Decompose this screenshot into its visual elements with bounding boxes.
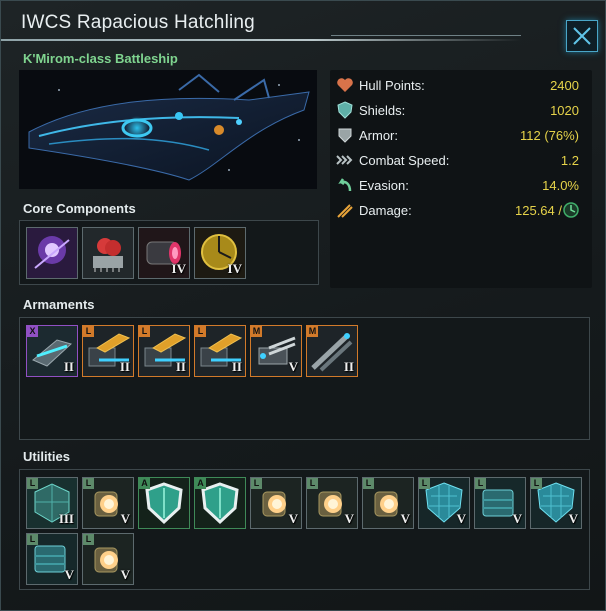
core-slot-ftl-level: IV [171,261,186,276]
armaments-heading: Armaments [23,297,95,312]
utility-slot-12[interactable]: LV [82,533,134,585]
utility-slot-11[interactable]: LV [26,533,78,585]
ship-stats-panel: Hull Points: 2400 Shields: 1020 Armor: 1… [330,70,592,288]
window-title: IWCS Rapacious Hatchling [21,12,255,33]
utility-slot-9[interactable]: LV [474,477,526,529]
stat-damage: Damage: 125.64 / [330,201,592,221]
close-icon [573,27,591,45]
title-divider-accent [331,35,521,36]
core-components-heading: Core Components [23,201,136,216]
red-brain-computer-icon [83,228,133,278]
armament-slot-5[interactable]: M V [250,325,302,377]
stat-armor: Armor: 112 (76%) [330,126,592,146]
armor-icon [338,128,352,143]
utility-slot-2[interactable]: LV [82,477,134,529]
ship-portrait [19,70,317,189]
stat-hull-points: Hull Points: 2400 [330,76,592,96]
utility-slot-4[interactable]: A [194,477,246,529]
ship-details-window: IWCS Rapacious Hatchling K'Mirom-class B… [0,0,606,611]
utilities-panel: L III L V A A L V L V L V L V L V L V L V L V [19,469,590,590]
speed-chevrons-icon [336,155,353,165]
core-slot-computer[interactable] [82,227,134,279]
utility-slot-8[interactable]: LV [418,477,470,529]
ship-class-label: K'Mirom-class Battleship [23,51,178,66]
core-slot-ftl[interactable]: IV [138,227,190,279]
utility-slot-10[interactable]: LV [530,477,582,529]
shield-icon [337,101,353,119]
utility-slot-1[interactable]: L III [26,477,78,529]
stat-shields: Shields: 1020 [330,101,592,121]
core-slot-sensor[interactable]: IV [194,227,246,279]
armaments-panel: X II L II L II L II M V M II [19,317,590,440]
utility-slot-7[interactable]: LV [362,477,414,529]
utility-slot-5[interactable]: LV [250,477,302,529]
core-components-panel: IV IV [19,220,319,285]
psionic-purple-orb-icon [27,228,77,278]
stat-combat-speed: Combat Speed: 1.2 [330,151,592,171]
utility-slot-6[interactable]: LV [306,477,358,529]
damage-icon [337,204,353,218]
core-slot-sensor-level: IV [227,261,242,276]
title-divider [1,39,521,41]
armament-slot-1[interactable]: X II [26,325,78,377]
core-slot-psionic[interactable] [26,227,78,279]
hull-heart-icon [337,78,353,92]
utility-slot-3[interactable]: A [138,477,190,529]
armament-slot-2[interactable]: L II [82,325,134,377]
utilities-heading: Utilities [23,449,70,464]
armament-slot-4[interactable]: L II [194,325,246,377]
close-button[interactable] [566,20,598,52]
stat-evasion: Evasion: 14.0% [330,176,592,196]
armament-slot-3[interactable]: L II [138,325,190,377]
armament-slot-6[interactable]: M II [306,325,358,377]
evasion-arrow-icon [338,178,352,192]
damage-breakdown-clock-icon[interactable] [563,202,579,218]
